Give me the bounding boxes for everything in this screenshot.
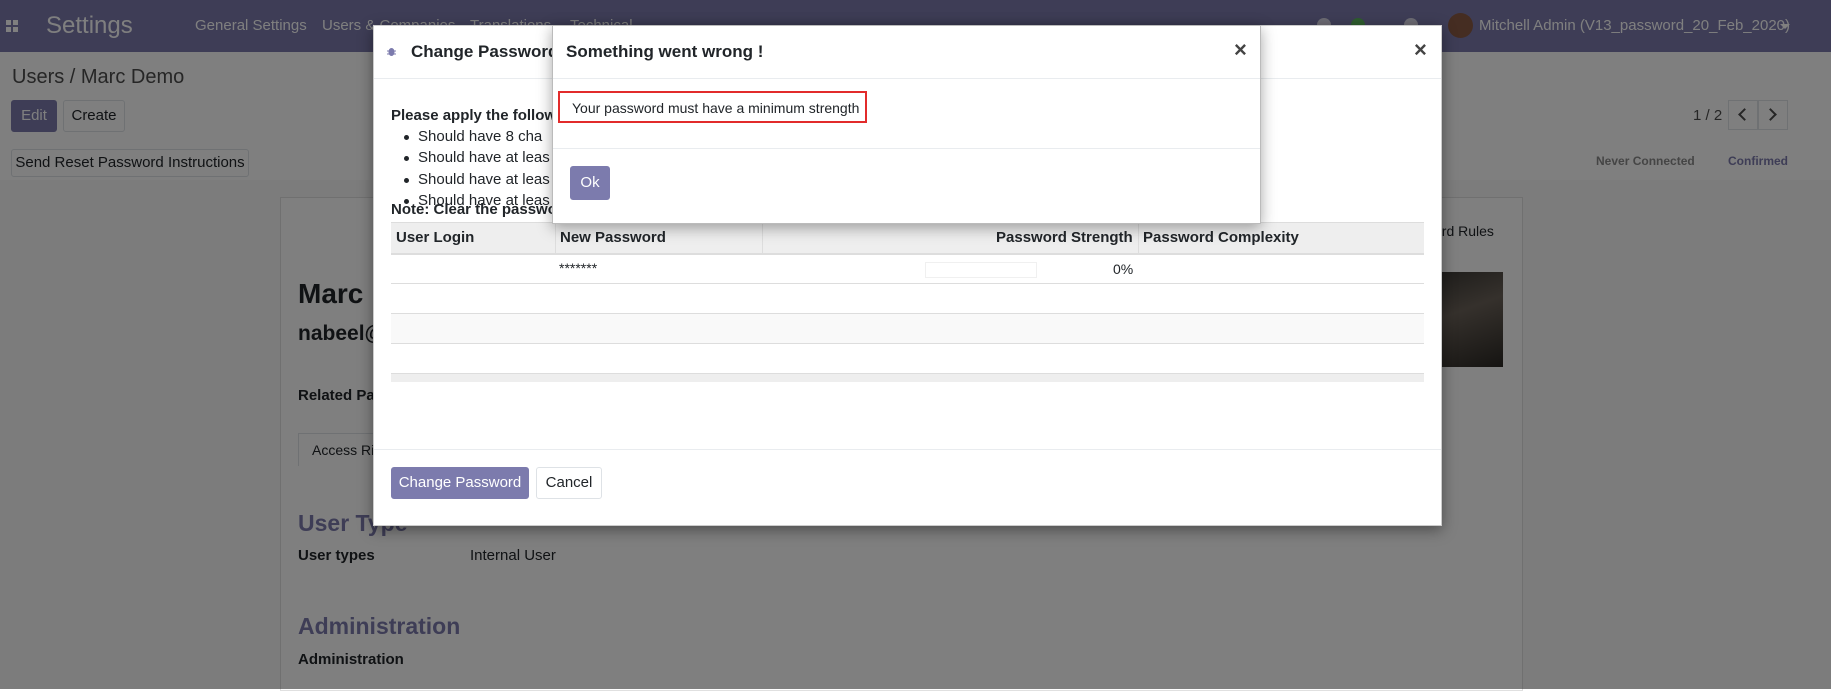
- rule-item: Should have 8 cha: [404, 128, 542, 145]
- password-strength-bar: [925, 262, 1037, 278]
- rules-intro: Please apply the followin: [391, 107, 570, 124]
- grid-header: User Login New Password Password Strengt…: [391, 222, 1424, 255]
- column-user-login[interactable]: User Login: [396, 229, 474, 246]
- change-password-footer: Change Password Cancel: [374, 449, 1441, 526]
- table-row: [391, 314, 1424, 344]
- error-message: Your password must have a minimum streng…: [558, 91, 867, 123]
- ok-button[interactable]: Ok: [570, 166, 610, 200]
- column-password-strength[interactable]: Password Strength: [996, 229, 1133, 246]
- rule-item: Should have at leas: [404, 149, 550, 166]
- error-dialog: Something went wrong ! × Your password m…: [552, 25, 1261, 224]
- column-new-password[interactable]: New Password: [560, 229, 666, 246]
- column-password-complexity[interactable]: Password Complexity: [1143, 229, 1299, 246]
- close-icon[interactable]: ×: [1414, 37, 1427, 63]
- error-title: Something went wrong !: [566, 42, 764, 61]
- grid-footer: [391, 374, 1424, 382]
- error-body: Your password must have a minimum streng…: [553, 78, 1260, 149]
- table-row: [391, 284, 1424, 314]
- error-header: Something went wrong ! ×: [553, 26, 1260, 79]
- table-row[interactable]: ******* 0%: [391, 254, 1424, 284]
- change-password-button[interactable]: Change Password: [391, 467, 529, 499]
- close-icon[interactable]: ×: [1234, 37, 1247, 63]
- bug-icon: [387, 48, 396, 56]
- cancel-button[interactable]: Cancel: [536, 467, 602, 499]
- cell-new-password[interactable]: *******: [559, 260, 597, 276]
- rule-item: Should have at leas: [404, 171, 550, 188]
- cell-password-strength: 0%: [1113, 261, 1134, 277]
- table-row: [391, 344, 1424, 374]
- change-password-title: Change Password: [411, 42, 559, 61]
